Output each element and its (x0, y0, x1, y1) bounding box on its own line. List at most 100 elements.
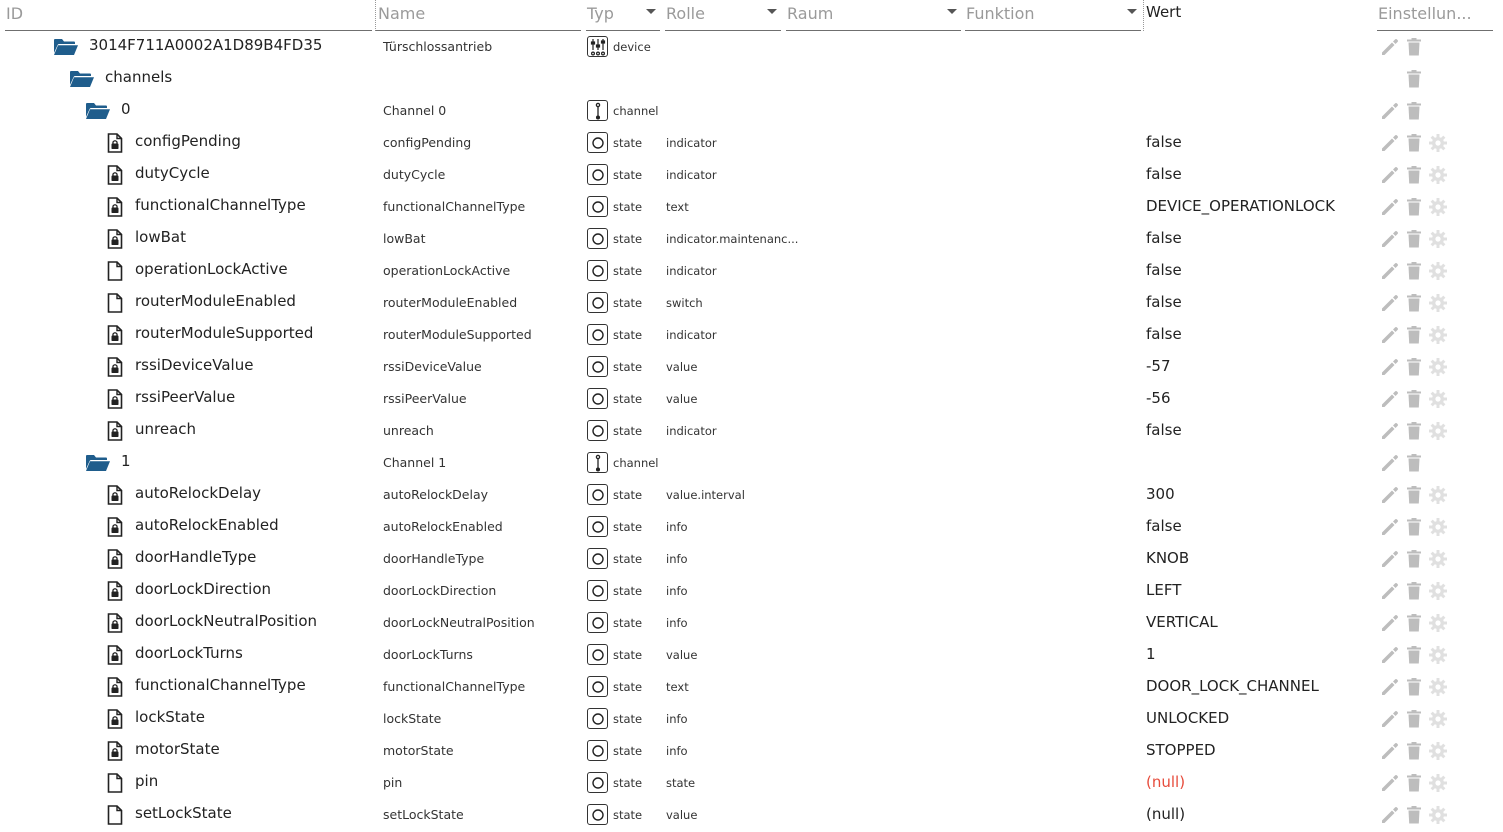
trash-icon[interactable] (1406, 101, 1422, 125)
edit-icon[interactable] (1380, 421, 1400, 445)
gear-icon[interactable] (1428, 133, 1448, 157)
header-id[interactable]: ID (5, 0, 372, 31)
gear-icon[interactable] (1428, 421, 1448, 445)
row-value[interactable]: 1 (1146, 645, 1156, 663)
row-id[interactable]: motorState (135, 740, 220, 758)
row-value[interactable]: false (1146, 517, 1182, 535)
row-id[interactable]: dutyCycle (135, 164, 210, 182)
row-id[interactable]: lowBat (135, 228, 186, 246)
row-id[interactable]: doorHandleType (135, 548, 256, 566)
table-row[interactable]: 0 Channel 0 channel (0, 95, 1503, 127)
table-row[interactable]: doorLockTurns doorLockTurns state value 1 (0, 639, 1503, 671)
edit-icon[interactable] (1380, 357, 1400, 381)
folder-open-icon[interactable] (85, 453, 111, 477)
row-id[interactable]: doorLockTurns (135, 644, 243, 662)
row-id[interactable]: doorLockDirection (135, 580, 271, 598)
row-id[interactable]: lockState (135, 708, 205, 726)
gear-icon[interactable] (1428, 741, 1448, 765)
row-value[interactable]: DEVICE_OPERATIONLOCK (1146, 197, 1335, 215)
row-id[interactable]: setLockState (135, 804, 232, 822)
gear-icon[interactable] (1428, 197, 1448, 221)
table-row[interactable]: pin pin state state (null) (0, 767, 1503, 799)
header-funktion-dropdown-icon[interactable] (1127, 9, 1137, 14)
row-id[interactable]: rssiPeerValue (135, 388, 235, 406)
trash-icon[interactable] (1406, 709, 1422, 733)
header-raum[interactable]: Raum (786, 0, 961, 31)
row-value[interactable]: false (1146, 293, 1182, 311)
edit-icon[interactable] (1380, 197, 1400, 221)
row-value[interactable]: 300 (1146, 485, 1175, 503)
edit-icon[interactable] (1380, 101, 1400, 125)
row-value[interactable]: -57 (1146, 357, 1171, 375)
folder-open-icon[interactable] (69, 69, 95, 93)
header-rolle[interactable]: Rolle (665, 0, 781, 31)
edit-icon[interactable] (1380, 261, 1400, 285)
table-row[interactable]: 1 Channel 1 channel (0, 447, 1503, 479)
row-value[interactable]: false (1146, 229, 1182, 247)
header-typ[interactable]: Typ (586, 0, 660, 31)
edit-icon[interactable] (1380, 581, 1400, 605)
trash-icon[interactable] (1406, 485, 1422, 509)
trash-icon[interactable] (1406, 37, 1422, 61)
edit-icon[interactable] (1380, 549, 1400, 573)
edit-icon[interactable] (1380, 453, 1400, 477)
table-row[interactable]: autoRelockEnabled autoRelockEnabled state i… (0, 511, 1503, 543)
row-id[interactable]: functionalChannelType (135, 676, 306, 694)
row-id[interactable]: functionalChannelType (135, 196, 306, 214)
edit-icon[interactable] (1380, 709, 1400, 733)
row-id[interactable]: pin (135, 772, 158, 790)
edit-icon[interactable] (1380, 613, 1400, 637)
gear-icon[interactable] (1428, 645, 1448, 669)
gear-icon[interactable] (1428, 261, 1448, 285)
row-value[interactable]: false (1146, 133, 1182, 151)
edit-icon[interactable] (1380, 677, 1400, 701)
table-row[interactable]: rssiDeviceValue rssiDeviceValue state value… (0, 351, 1503, 383)
edit-icon[interactable] (1380, 165, 1400, 189)
gear-icon[interactable] (1428, 229, 1448, 253)
row-value[interactable]: UNLOCKED (1146, 709, 1229, 727)
row-id[interactable]: autoRelockEnabled (135, 516, 279, 534)
gear-icon[interactable] (1428, 165, 1448, 189)
trash-icon[interactable] (1406, 357, 1422, 381)
header-name[interactable]: Name (375, 0, 581, 31)
edit-icon[interactable] (1380, 389, 1400, 413)
header-einstellungen[interactable]: Einstellun... (1377, 0, 1493, 31)
edit-icon[interactable] (1380, 773, 1400, 797)
trash-icon[interactable] (1406, 293, 1422, 317)
trash-icon[interactable] (1406, 773, 1422, 797)
edit-icon[interactable] (1380, 37, 1400, 61)
folder-open-icon[interactable] (53, 37, 79, 61)
edit-icon[interactable] (1380, 805, 1400, 829)
table-row[interactable]: doorLockDirection doorLockDirection state i… (0, 575, 1503, 607)
row-id[interactable]: channels (105, 68, 172, 86)
row-value[interactable]: LEFT (1146, 581, 1181, 599)
row-value[interactable]: -56 (1146, 389, 1171, 407)
row-value[interactable]: STOPPED (1146, 741, 1216, 759)
gear-icon[interactable] (1428, 773, 1448, 797)
table-row[interactable]: routerModuleSupported routerModuleSupport… (0, 319, 1503, 351)
row-value[interactable]: KNOB (1146, 549, 1189, 567)
trash-icon[interactable] (1406, 581, 1422, 605)
table-row[interactable]: setLockState setLockState state value (null) (0, 799, 1503, 831)
trash-icon[interactable] (1406, 677, 1422, 701)
trash-icon[interactable] (1406, 229, 1422, 253)
edit-icon[interactable] (1380, 645, 1400, 669)
gear-icon[interactable] (1428, 709, 1448, 733)
trash-icon[interactable] (1406, 517, 1422, 541)
row-value[interactable]: false (1146, 325, 1182, 343)
table-row[interactable]: lockState lockState state info UNLOCKED (0, 703, 1503, 735)
table-row[interactable]: autoRelockDelay autoRelockDelay state value… (0, 479, 1503, 511)
table-row[interactable]: rssiPeerValue rssiPeerValue state value -56 (0, 383, 1503, 415)
table-row[interactable]: doorHandleType doorHandleType state info KNO… (0, 543, 1503, 575)
row-id[interactable]: routerModuleSupported (135, 324, 313, 342)
edit-icon[interactable] (1380, 741, 1400, 765)
gear-icon[interactable] (1428, 549, 1448, 573)
trash-icon[interactable] (1406, 389, 1422, 413)
folder-open-icon[interactable] (85, 101, 111, 125)
gear-icon[interactable] (1428, 325, 1448, 349)
gear-icon[interactable] (1428, 485, 1448, 509)
trash-icon[interactable] (1406, 69, 1422, 93)
gear-icon[interactable] (1428, 805, 1448, 829)
table-row[interactable]: functionalChannelType functionalChannelTy… (0, 671, 1503, 703)
edit-icon[interactable] (1380, 325, 1400, 349)
